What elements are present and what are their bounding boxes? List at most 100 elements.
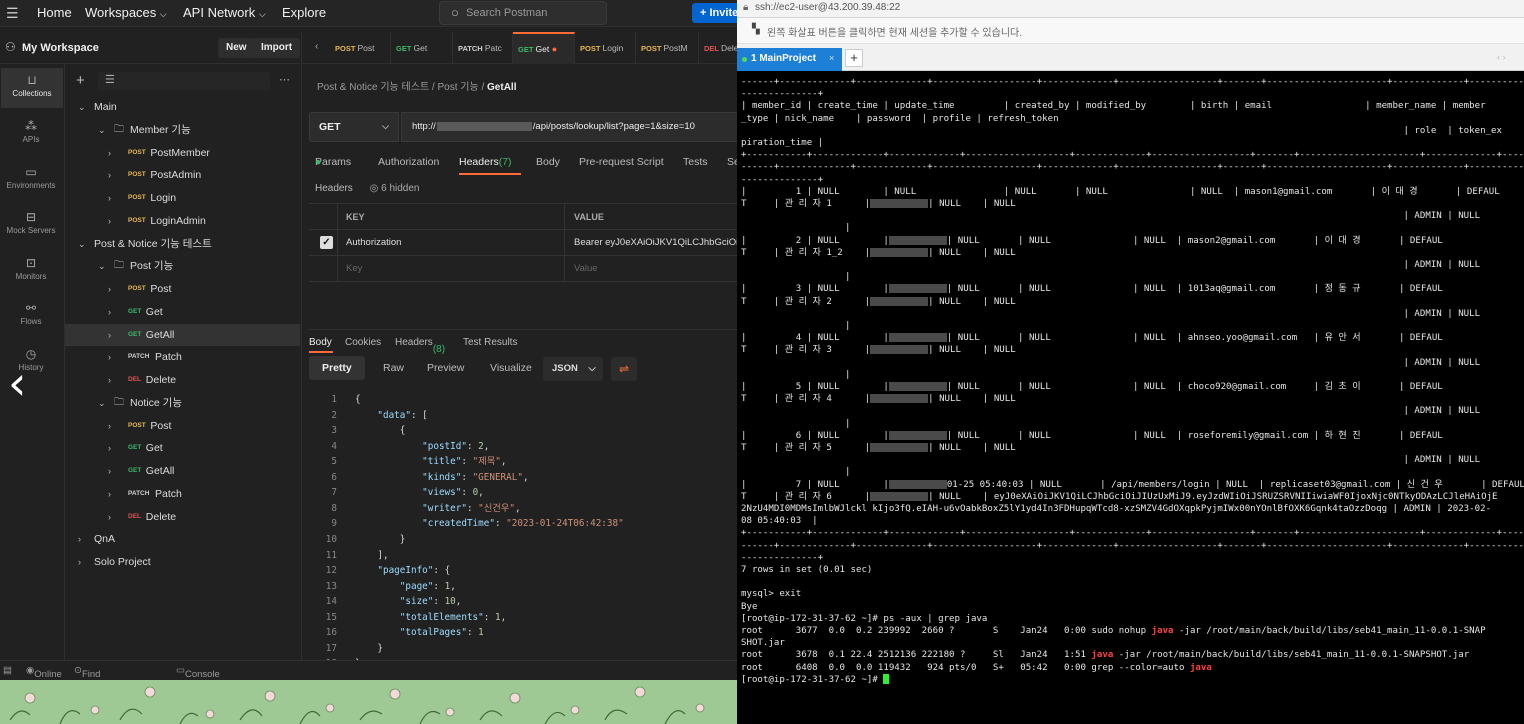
format-type-select[interactable]: JSON ⌵: [543, 357, 603, 381]
tab-prerequest[interactable]: Pre-request Script: [579, 156, 664, 168]
nav-workspaces[interactable]: Workspaces ⌵: [85, 5, 167, 20]
request-tab[interactable]: GET Get: [391, 32, 453, 64]
nav-mock-servers[interactable]: ⊟ Mock Servers: [0, 205, 62, 245]
chevron-right-icon[interactable]: ›: [108, 164, 111, 186]
chevron-right-icon[interactable]: ›: [108, 210, 111, 232]
add-collection-icon[interactable]: +: [76, 72, 85, 89]
tree-request[interactable]: › POST PostMember: [65, 142, 300, 164]
close-icon[interactable]: ×: [829, 53, 834, 63]
header-enabled-checkbox[interactable]: ✓: [320, 236, 333, 249]
console-button[interactable]: ▭ Console: [176, 665, 220, 680]
tree-request[interactable]: › PATCH Patch: [65, 346, 300, 368]
chevron-down-icon[interactable]: ⌄: [98, 255, 106, 277]
chevron-down-icon[interactable]: ⌄: [78, 96, 86, 118]
filter-input[interactable]: [98, 72, 270, 90]
nav-environments[interactable]: ▭ Environments: [0, 160, 62, 200]
sidebar-toggle-icon[interactable]: ▤: [3, 665, 12, 676]
nav-apis[interactable]: ⁂ APIs: [0, 114, 62, 154]
chevron-down-icon[interactable]: ⌄: [98, 392, 106, 414]
header-key-field[interactable]: Authorization: [346, 230, 401, 256]
request-tab[interactable]: DEL Dele: [699, 32, 737, 64]
chevron-right-icon[interactable]: ›: [108, 437, 111, 459]
import-button[interactable]: Import: [253, 38, 301, 58]
preview-button[interactable]: Preview: [414, 356, 477, 380]
chevron-right-icon[interactable]: ›: [108, 369, 111, 391]
visualize-button[interactable]: Visualize: [477, 356, 545, 380]
new-button[interactable]: New: [218, 38, 255, 58]
tree-folder[interactable]: ⌄ Post & Notice 기능 테스트: [65, 233, 300, 255]
invite-button[interactable]: + Invite: [692, 3, 737, 23]
tree-request[interactable]: › DEL Delete: [65, 369, 300, 391]
request-tab[interactable]: POST PostM: [636, 32, 699, 64]
chevron-right-icon[interactable]: ›: [108, 415, 111, 437]
nav-flows[interactable]: ⚯ Flows: [0, 296, 62, 336]
request-tab[interactable]: POST Post: [330, 32, 391, 64]
more-options-icon[interactable]: ⋯: [279, 73, 290, 86]
tree-folder[interactable]: › QnA: [65, 528, 300, 550]
chevron-right-icon[interactable]: ›: [108, 506, 111, 528]
tree-request[interactable]: › DEL Delete: [65, 506, 300, 528]
chevron-right-icon[interactable]: ›: [78, 551, 81, 573]
chevron-right-icon[interactable]: ›: [108, 142, 111, 164]
tab-cookies[interactable]: Cookies: [345, 337, 381, 348]
online-status[interactable]: ◉ Online: [26, 665, 62, 680]
chevron-down-icon[interactable]: ⌄: [78, 233, 86, 255]
tree-request[interactable]: › GET GetAll: [65, 460, 300, 482]
search-input[interactable]: ○ Search Postman: [439, 1, 607, 25]
new-key-input[interactable]: Key: [346, 256, 362, 282]
url-input[interactable]: http:///api/posts/lookup/list?page=1&siz…: [401, 112, 737, 142]
chevron-right-icon[interactable]: ›: [108, 460, 111, 482]
tree-request[interactable]: › PATCH Patch: [65, 483, 300, 505]
new-value-input[interactable]: Value: [574, 256, 598, 282]
method-select[interactable]: GET ⌵: [309, 112, 399, 142]
chevron-right-icon[interactable]: ›: [108, 187, 111, 209]
tree-request[interactable]: › POST Post: [65, 415, 300, 437]
wrap-lines-icon[interactable]: ⇌: [611, 357, 637, 381]
request-tab[interactable]: GET Get ●: [513, 32, 575, 64]
back-arrow-icon[interactable]: ‹: [8, 358, 26, 408]
session-add-icon[interactable]: ▚: [752, 24, 760, 35]
header-value-field[interactable]: Bearer eyJ0eXAiOiJKV1QiLCJhbGciOi: [574, 230, 737, 256]
tab-headers[interactable]: Headers (7): [459, 156, 512, 168]
response-body-code[interactable]: 1{2 "data": [3 {4 "postId": 2, 5 "title":…: [309, 392, 737, 669]
chevron-right-icon[interactable]: ›: [108, 278, 111, 300]
raw-button[interactable]: Raw: [370, 356, 417, 380]
tree-folder[interactable]: ⌄ Main: [65, 96, 300, 118]
tree-folder[interactable]: ⌄ 🗀︎ Member 기능: [65, 119, 300, 141]
new-tab-button[interactable]: +: [845, 49, 863, 67]
tab-authorization[interactable]: Authorization: [378, 156, 439, 168]
request-tab[interactable]: PATCH Patc: [453, 32, 513, 64]
chevron-right-icon[interactable]: ›: [108, 483, 111, 505]
tree-request[interactable]: › POST Login: [65, 187, 300, 209]
nav-monitors[interactable]: ⊡ Monitors: [0, 251, 62, 291]
tree-folder[interactable]: ⌄ 🗀︎ Post 기능: [65, 255, 300, 277]
chevron-right-icon[interactable]: ›: [108, 324, 111, 346]
scroll-left-icon[interactable]: ‹: [315, 41, 318, 52]
session-tab-mainproject[interactable]: 1 MainProject ×: [737, 48, 842, 71]
tree-folder[interactable]: › Solo Project: [65, 551, 300, 573]
tab-response-headers[interactable]: Headers (8): [395, 337, 445, 355]
tab-tests[interactable]: Tests: [683, 156, 708, 168]
tree-folder[interactable]: ⌄ 🗀︎ Notice 기능: [65, 392, 300, 414]
terminal-output[interactable]: ------+-------------+-------------+-----…: [741, 76, 1524, 724]
nav-home[interactable]: Home: [37, 5, 72, 20]
tree-request[interactable]: › POST PostAdmin: [65, 164, 300, 186]
tree-request[interactable]: › GET GetAll: [65, 323, 300, 346]
menu-icon[interactable]: ☰: [6, 6, 19, 20]
find-replace-button[interactable]: ⊙ Find and Replace: [74, 665, 100, 680]
tab-body[interactable]: Body: [536, 156, 560, 168]
chevron-right-icon[interactable]: ›: [108, 346, 111, 368]
chevron-right-icon[interactable]: ›: [78, 528, 81, 550]
workspace-title[interactable]: My Workspace: [22, 42, 99, 54]
nav-explore[interactable]: Explore: [282, 5, 326, 20]
tree-request[interactable]: › GET Get: [65, 301, 300, 323]
tree-request[interactable]: › GET Get: [65, 437, 300, 459]
request-tab[interactable]: POST Login: [575, 32, 636, 64]
tab-settings[interactable]: Se: [727, 156, 737, 168]
tree-request[interactable]: › POST LoginAdmin: [65, 210, 300, 232]
nav-api-network[interactable]: API Network ⌵: [183, 5, 266, 20]
nav-collections[interactable]: ⊔ Collections: [1, 68, 63, 108]
tree-request[interactable]: › POST Post: [65, 278, 300, 300]
tab-scroll-icon[interactable]: ‹ ›: [1497, 52, 1506, 62]
tab-test-results[interactable]: Test Results: [463, 337, 517, 348]
